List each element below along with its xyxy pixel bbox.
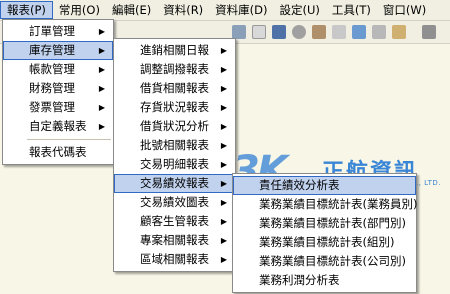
submenu-arrow-icon: ▶	[220, 65, 227, 74]
menubar-item-3[interactable]: 資料(R)	[157, 1, 209, 19]
menu-separator	[27, 139, 111, 140]
menu-item-label: 報表代碼表	[29, 145, 87, 159]
menu_level1-item-2[interactable]: 帳款管理 ▶	[3, 60, 113, 79]
menu-item-label: 借貨相關報表	[140, 81, 209, 95]
menubar-item-1[interactable]: 常用(O)	[53, 1, 106, 19]
submenu-arrow-icon: ▶	[220, 103, 227, 112]
menu-item-label: 業務業績目標統計表(業務員別)	[259, 197, 418, 211]
menubar-item-2[interactable]: 編輯(E)	[106, 1, 157, 19]
menu_level2-item-7[interactable]: 交易績效報表 ▶	[114, 174, 235, 193]
menubar-item-0[interactable]: 報表(P)	[0, 1, 53, 19]
new-doc-icon[interactable]	[252, 25, 266, 39]
submenu-arrow-icon: ▶	[98, 84, 105, 93]
menu-item-label: 責任績效分析表	[259, 178, 340, 192]
menu_level2-item-8[interactable]: 交易績效圖表 ▶	[114, 193, 235, 212]
menu_level1-item-4[interactable]: 發票管理 ▶	[3, 98, 113, 117]
menu-bar: 報表(P) 常用(O) 編輯(E) 資料(R) 資料庫(D) 設定(U) 工具(T) 窗口(W…	[0, 0, 450, 21]
menu_level1-item-5[interactable]: 自定義報表 ▶	[3, 117, 113, 136]
attach-icon[interactable]	[372, 25, 386, 39]
menu_level3-item-1[interactable]: 業務業績目標統計表(業務員別)	[233, 195, 418, 214]
menu_level3-item-3[interactable]: 業務業績目標統計表(組別)	[233, 233, 416, 252]
menu_level2-item-0[interactable]: 進銷相關日報 ▶	[114, 41, 235, 60]
submenu-arrow-icon: ▶	[220, 217, 227, 226]
menu_level3-item-0[interactable]: 責任績效分析表	[233, 176, 416, 195]
submenu-arrow-icon: ▶	[220, 160, 227, 169]
inventory-submenu: 進銷相關日報 ▶ 調整調撥報表 ▶ 借貨相關報表 ▶ 存貨狀況報表 ▶ 借貨狀況分析 ▶ 批號相關報…	[113, 38, 236, 272]
gear-icon[interactable]	[292, 25, 306, 39]
submenu-arrow-icon: ▶	[220, 46, 227, 55]
menu-item-label: 帳款管理	[29, 62, 75, 76]
menu-item-label: 庫存管理	[29, 43, 75, 57]
menu_level2-item-6[interactable]: 交易明細報表 ▶	[114, 155, 235, 174]
cut-icon[interactable]	[422, 25, 436, 39]
submenu-arrow-icon: ▶	[220, 179, 227, 188]
menu-item-label: 借貨狀況分析	[140, 119, 209, 133]
menu-item-label: 業務業績目標統計表(組別)	[259, 235, 395, 249]
submenu-arrow-icon: ▶	[98, 27, 105, 36]
menu-item-label: 業務業績目標統計表(部門別)	[259, 216, 406, 230]
menu-item-label: 交易績效報表	[140, 176, 209, 190]
menu_level1-item-0[interactable]: 訂單管理 ▶	[3, 22, 113, 41]
menubar-item-6[interactable]: 工具(T)	[326, 1, 377, 19]
menu-item-label: 訂單管理	[29, 24, 75, 38]
submenu-arrow-icon: ▶	[220, 122, 227, 131]
menu_level2-item-11[interactable]: 區域相關報表 ▶	[114, 250, 235, 269]
menu-item-label: 專案相關報表	[140, 233, 209, 247]
menu_level2-item-2[interactable]: 借貨相關報表 ▶	[114, 79, 235, 98]
menu_level2-item-5[interactable]: 批號相關報表 ▶	[114, 136, 235, 155]
menu-item-label: 自定義報表	[29, 119, 87, 133]
submenu-arrow-icon: ▶	[220, 236, 227, 245]
menu-item-label: 業務業績目標統計表(公司別)	[259, 254, 406, 268]
menu_level2-item-3[interactable]: 存貨狀況報表 ▶	[114, 98, 235, 117]
submenu-arrow-icon: ▶	[220, 198, 227, 207]
menu_level3-item-5[interactable]: 業務利潤分析表	[233, 271, 416, 290]
submenu-arrow-icon: ▶	[98, 46, 105, 55]
menu-item-label: 批號相關報表	[140, 138, 209, 152]
menu_level3-item-2[interactable]: 業務業績目標統計表(部門別)	[233, 214, 416, 233]
menu-item-label: 業務利潤分析表	[259, 273, 340, 287]
menu_level1-item-1[interactable]: 庫存管理 ▶	[3, 41, 113, 60]
menu_level2-item-9[interactable]: 顧客生管報表 ▶	[114, 212, 235, 231]
submenu-arrow-icon: ▶	[220, 84, 227, 93]
report-menu: 訂單管理 ▶ 庫存管理 ▶ 帳款管理 ▶ 財務管理 ▶ 發票管理 ▶ 自定義報表 ▶ 報表代碼表	[2, 19, 114, 165]
delete-icon[interactable]	[332, 25, 346, 39]
menu-item-label: 存貨狀況報表	[140, 100, 209, 114]
menu-item-label: 調整調撥報表	[140, 62, 209, 76]
edit-icon[interactable]	[392, 25, 406, 39]
submenu-arrow-icon: ▶	[98, 65, 105, 74]
menu-item-label: 顧客生管報表	[140, 214, 209, 228]
menu_level2-item-1[interactable]: 調整調撥報表 ▶	[114, 60, 235, 79]
menu_level2-item-10[interactable]: 專案相關報表 ▶	[114, 231, 235, 250]
menu-item-label: 財務管理	[29, 81, 75, 95]
menu_level1-item-7[interactable]: 報表代碼表	[3, 143, 113, 162]
menubar-item-7[interactable]: 窗口(W)	[377, 1, 432, 19]
performance-submenu: 責任績效分析表業務業績目標統計表(業務員別) 業務業績目標統計表(部門別) 業務業績…	[232, 173, 417, 293]
submenu-arrow-icon: ▶	[98, 103, 105, 112]
menu_level2-item-4[interactable]: 借貨狀況分析 ▶	[114, 117, 235, 136]
menu-item-label: 交易明細報表	[140, 157, 209, 171]
menu-item-label: 進銷相關日報	[140, 43, 209, 57]
menubar-item-5[interactable]: 設定(U)	[274, 1, 326, 19]
book-icon[interactable]	[352, 25, 366, 39]
save-icon[interactable]	[272, 25, 286, 39]
menu-item-label: 區域相關報表	[140, 252, 209, 266]
menu_level1-item-3[interactable]: 財務管理 ▶	[3, 79, 113, 98]
menu_level3-item-4[interactable]: 業務業績目標統計表(公司別)	[233, 252, 416, 271]
submenu-arrow-icon: ▶	[98, 122, 105, 131]
submenu-arrow-icon: ▶	[220, 141, 227, 150]
menu-item-label: 交易績效圖表	[140, 195, 209, 209]
tools-icon[interactable]	[312, 25, 326, 39]
menubar-item-4[interactable]: 資料庫(D)	[209, 1, 273, 19]
print-icon[interactable]	[232, 25, 246, 39]
submenu-arrow-icon: ▶	[220, 255, 227, 264]
menu-item-label: 發票管理	[29, 100, 75, 114]
